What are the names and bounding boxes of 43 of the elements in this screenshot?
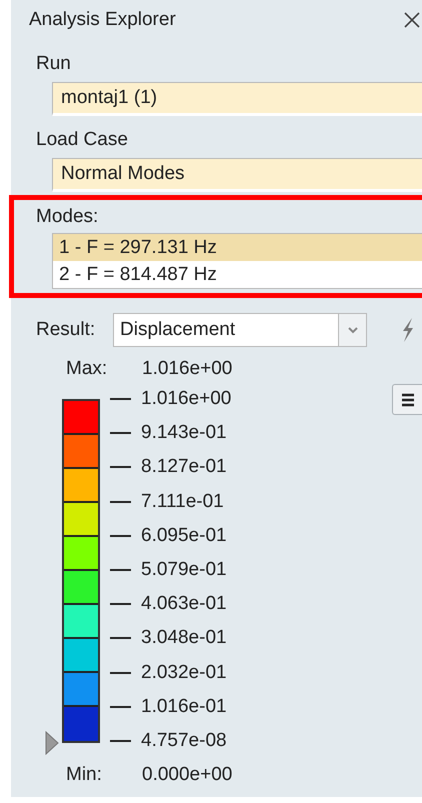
chevron-icon xyxy=(346,326,358,334)
tick-label: 1.016e+00 xyxy=(141,388,232,410)
tick-mark xyxy=(110,500,131,503)
dropdown-button[interactable] xyxy=(338,314,366,346)
tick-label: 5.079e-01 xyxy=(141,559,227,582)
max-label: Max: xyxy=(66,357,108,381)
mode-item[interactable]: 1 - F = 297.131 Hz xyxy=(53,234,422,261)
tick-mark xyxy=(110,466,131,468)
menu-icon xyxy=(400,392,414,406)
tick-mark xyxy=(110,569,131,572)
panel-title: Analysis Explorer xyxy=(29,9,176,31)
menu-button[interactable] xyxy=(392,384,422,415)
load-case-field[interactable]: Normal Modes xyxy=(52,158,422,192)
field-label: Result: xyxy=(36,318,96,342)
triangle-marker-icon[interactable] xyxy=(45,731,59,755)
tick-mark xyxy=(110,637,131,640)
run-field[interactable]: montaj1 (1) xyxy=(52,82,422,116)
tick-label: 7.111e-01 xyxy=(141,490,224,513)
tick-mark xyxy=(110,603,131,606)
tick-label: 9.143e-01 xyxy=(141,422,227,444)
tick-mark xyxy=(110,534,131,537)
field-label: Run xyxy=(36,52,72,76)
tick-label: 6.095e-01 xyxy=(141,524,227,547)
tick-mark xyxy=(110,432,131,434)
min-value: 0.000e+00 xyxy=(142,763,232,787)
tick-label: 4.063e-01 xyxy=(141,593,227,616)
tick-label: 8.127e-01 xyxy=(141,456,227,478)
tick-label: 4.757e-08 xyxy=(141,730,227,752)
max-value: 1.016e+00 xyxy=(142,357,232,381)
tick-label: 3.048e-01 xyxy=(141,627,227,650)
tick-label: 2.032e-01 xyxy=(141,662,227,684)
tick-mark xyxy=(110,740,131,742)
tick-label: 1.016e-01 xyxy=(141,696,227,718)
min-label: Min: xyxy=(66,763,103,787)
result-dropdown[interactable]: Displacement xyxy=(113,313,367,347)
field-label: Modes: xyxy=(36,205,100,229)
tick-mark xyxy=(110,672,131,674)
mode-item[interactable]: 2 - F = 814.487 Hz xyxy=(53,261,422,288)
field-label: Load Case xyxy=(36,128,129,152)
lightning-icon[interactable] xyxy=(401,318,415,342)
tick-mark xyxy=(110,706,131,708)
tick-mark xyxy=(110,398,131,400)
close-icon[interactable] xyxy=(404,12,420,28)
